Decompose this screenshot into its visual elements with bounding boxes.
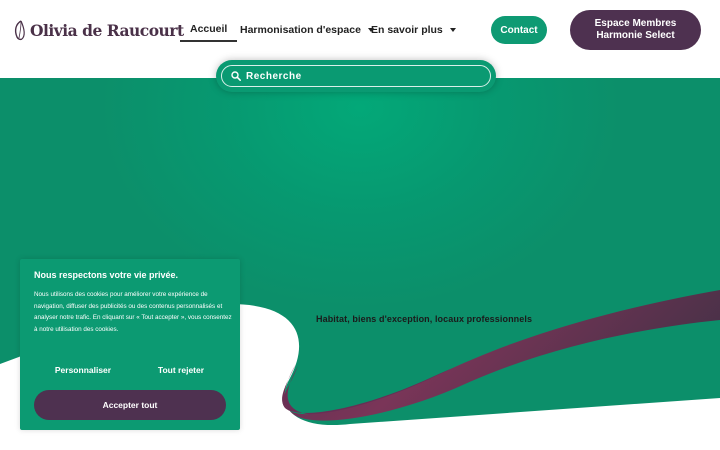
members-area-button[interactable]: Espace Membres Harmonie Select [570, 10, 701, 50]
caret-down-icon [449, 28, 456, 32]
members-button-line1: Espace Membres [594, 18, 677, 29]
nav-item-en-savoir-plus[interactable]: En savoir plus [371, 18, 456, 42]
search-icon [231, 71, 241, 81]
members-button-line2: Harmonie Select [596, 30, 675, 41]
cookie-description: Nous utilisons des cookies pour améliore… [34, 291, 232, 334]
search-bar [216, 60, 496, 92]
hero-tagline: Habitat, biens d'exception, locaux profe… [316, 314, 533, 324]
cookie-title: Nous respectons votre vie privée. [34, 270, 179, 280]
nav-item-label: Harmonisation d'espace [240, 24, 361, 36]
nav-item-label: En savoir plus [371, 24, 443, 36]
cookie-accept-button[interactable]: Accepter tout [34, 390, 226, 420]
hero-plum-wave-main [282, 290, 720, 421]
nav-item-accueil[interactable]: Accueil [180, 18, 238, 42]
contact-button[interactable]: Contact [491, 16, 547, 44]
cookie-reject-button[interactable]: Tout rejeter [132, 363, 230, 377]
site-logo[interactable]: Olivia de Raucourt [11, 18, 184, 42]
cookie-consent-banner: Nous respectons votre vie privée. Nous u… [20, 259, 240, 430]
nav-item-label: Accueil [190, 23, 228, 35]
nav-item-harmonisation[interactable]: Harmonisation d'espace [240, 18, 374, 42]
cookie-customize-button[interactable]: Personnaliser [34, 363, 132, 377]
search-input[interactable] [246, 70, 476, 82]
search-field-frame [221, 65, 491, 87]
logo-text: Olivia de Raucourt [30, 20, 184, 40]
leaf-logo-icon [14, 20, 25, 41]
